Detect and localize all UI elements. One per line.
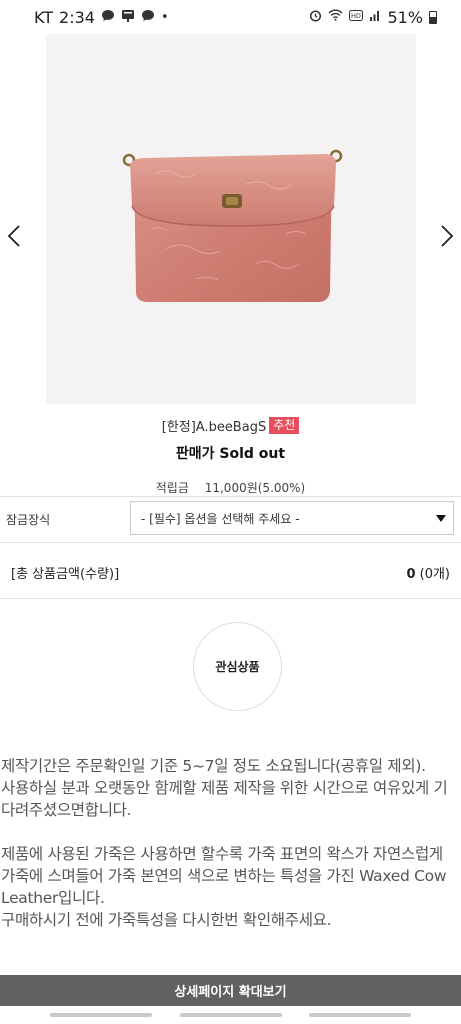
points-label: 적립금 — [155, 481, 189, 495]
carrier-label: KT — [34, 7, 54, 27]
total-amount: 0 — [406, 567, 416, 582]
hd-voice-icon: HD — [349, 9, 364, 25]
product-notice: 제작기간은 주문확인일 기준 5~7일 정도 소요됩니다(공휴일 제외). 사용… — [1, 755, 459, 931]
next-image-button[interactable] — [433, 222, 461, 250]
option-label: 잠금장식 — [6, 513, 51, 527]
chevron-left-icon — [7, 225, 20, 247]
status-right: HD 51% — [309, 8, 437, 27]
caret-down-icon — [436, 515, 446, 522]
total-value: 0 (0개) — [406, 563, 450, 582]
gesture-bar — [180, 1013, 282, 1017]
battery-percent: 51% — [387, 7, 423, 27]
price-row: 판매가 Sold out — [0, 443, 461, 463]
wifi-icon — [328, 9, 343, 25]
product-image — [46, 34, 416, 404]
gesture-bar — [309, 1013, 411, 1017]
chat-bubble-icon — [141, 9, 155, 26]
app-notification-icon — [121, 9, 135, 26]
lock-option-select[interactable]: - [필수] 옵션을 선택해 주세요 - — [130, 501, 454, 535]
notice-paragraph: 사용하실 분과 오랫동안 함께할 제품 제작을 위한 시간으로 여유있게 기다려… — [1, 779, 448, 819]
divider — [0, 598, 461, 599]
gesture-bar — [50, 1013, 152, 1017]
notice-paragraph: 구매하시기 전에 가죽특성을 다시한번 확인해주세요. — [1, 911, 332, 929]
product-name: [한정]A.beeBagS — [161, 420, 267, 435]
chevron-right-icon — [441, 225, 454, 247]
wishlist-button[interactable]: 관심상품 — [193, 622, 282, 711]
detail-button-label: 상세페이지 확대보기 — [174, 985, 287, 1000]
svg-text:HD: HD — [351, 12, 361, 20]
clock: 2:34 — [59, 7, 95, 27]
alarm-icon — [309, 9, 322, 26]
total-quantity: (0개) — [419, 567, 450, 582]
status-bar: KT 2:34 • HD 51% — [0, 0, 461, 34]
notice-paragraph: 제품에 사용된 가죽은 사용하면 할수록 가죽 표면의 왁스가 자연스럽게 가죽… — [1, 845, 447, 907]
price-value: Sold out — [219, 446, 286, 462]
chat-bubble-icon — [101, 9, 115, 26]
divider — [0, 496, 461, 497]
points-value: 11,000원(5.00%) — [204, 481, 306, 495]
product-name-row: [한정]A.beeBagS 추천 — [0, 416, 461, 435]
notice-paragraph: 제작기간은 주문확인일 기준 5~7일 정도 소요됩니다(공휴일 제외). — [1, 757, 426, 775]
option-select-value: - [필수] 옵션을 선택해 주세요 - — [141, 511, 300, 526]
option-row: 잠금장식 - [필수] 옵션을 선택해 주세요 - — [0, 501, 461, 537]
view-detail-page-button[interactable]: 상세페이지 확대보기 — [0, 975, 461, 1006]
battery-icon — [429, 10, 437, 24]
previous-image-button[interactable] — [0, 222, 28, 250]
total-label: [총 상품금액(수량)] — [11, 567, 120, 582]
product-gallery[interactable] — [0, 34, 461, 404]
signal-icon — [369, 9, 381, 25]
points-row: 적립금 11,000원(5.00%) — [0, 479, 461, 496]
more-notifications-dot: • — [160, 9, 169, 25]
divider — [0, 542, 461, 543]
status-left: KT 2:34 • — [34, 8, 169, 27]
price-label: 판매가 — [175, 446, 215, 462]
total-row: [총 상품금액(수량)] 0 (0개) — [0, 561, 461, 583]
recommended-badge: 추천 — [269, 417, 300, 434]
wishlist-label: 관심상품 — [215, 660, 260, 674]
